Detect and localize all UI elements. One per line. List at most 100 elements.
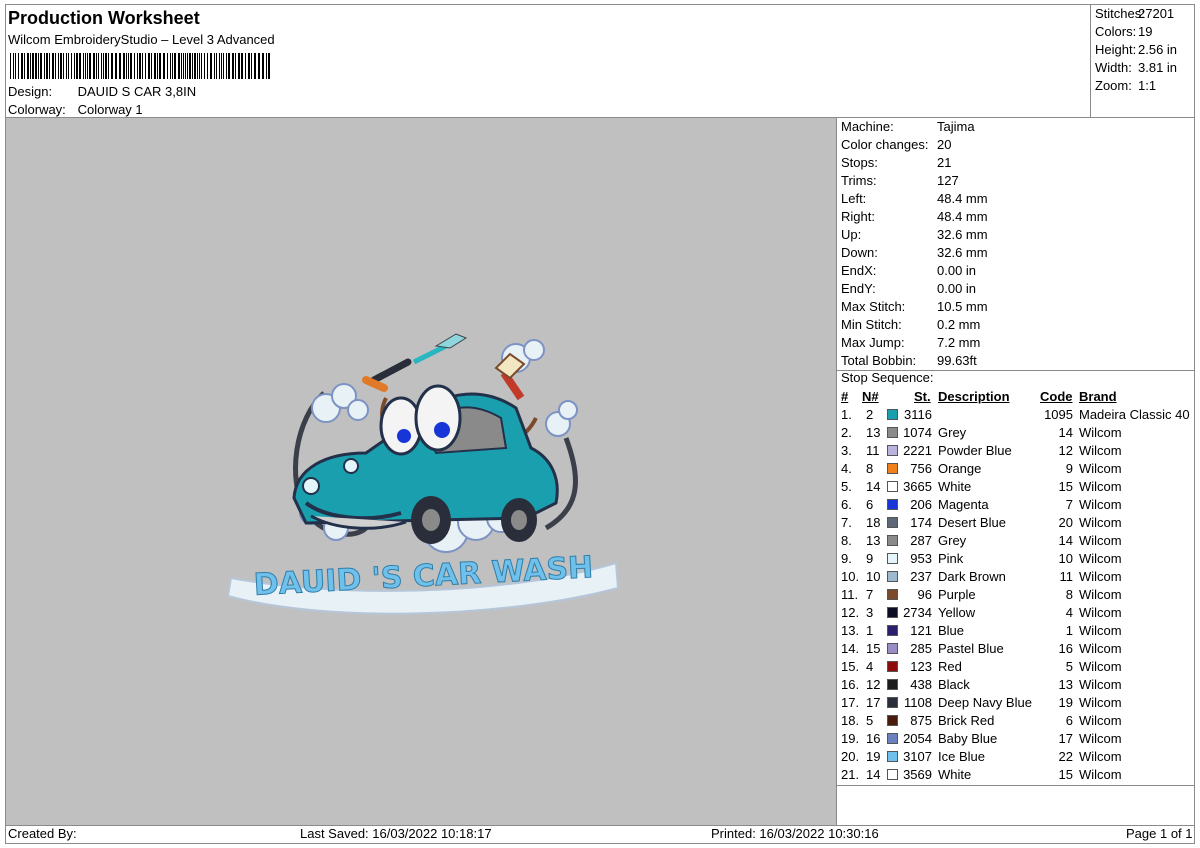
color-swatch [887, 679, 898, 690]
stat-value: 1:1 [1138, 78, 1157, 93]
info-value: 127 [937, 173, 959, 188]
row-index: 16. [841, 677, 860, 692]
needle-number: 8 [866, 461, 874, 476]
thread-brand: Madeira Classic 40 [1079, 407, 1190, 422]
worksheet-header: Production Worksheet Wilcom EmbroiderySt… [6, 5, 1090, 117]
thread-code: 10 [1058, 551, 1073, 566]
info-value: 0.2 mm [937, 317, 981, 332]
stat-value: 19 [1138, 24, 1153, 39]
needle-number: 11 [866, 443, 880, 458]
table-row: 11. 7 96 Purple 8 Wilcom [837, 586, 1195, 604]
thread-brand: Wilcom [1079, 425, 1122, 440]
thread-description: Ice Blue [938, 749, 985, 764]
color-swatch [887, 715, 898, 726]
color-swatch [887, 607, 898, 618]
created-by: Created By: [8, 826, 77, 841]
stat-label: Zoom: [1095, 78, 1132, 93]
divider [837, 785, 1195, 786]
stat-zoom: Zoom: 1:1 [1095, 78, 1156, 93]
table-row: 16. 12 438 Black 13 Wilcom [837, 676, 1195, 694]
needle-number: 16 [866, 731, 881, 746]
thread-description: Desert Blue [938, 515, 1006, 530]
info-row: Max Stitch: 10.5 mm [841, 298, 988, 316]
color-swatch [887, 769, 898, 780]
row-index: 11. [841, 587, 859, 602]
thread-code: 9 [1065, 461, 1073, 476]
row-index: 6. [841, 497, 852, 512]
color-swatch [887, 751, 898, 762]
needle-number: 18 [866, 515, 881, 530]
info-value: 20 [937, 137, 952, 152]
thread-description: Yellow [938, 605, 976, 620]
color-swatch [887, 535, 898, 546]
info-row: Total Bobbin: 99.63ft [841, 352, 977, 370]
thread-brand: Wilcom [1079, 623, 1122, 638]
info-row: Machine: Tajima [841, 118, 975, 136]
info-row: Up: 32.6 mm [841, 226, 988, 244]
needle-number: 10 [866, 569, 881, 584]
color-swatch [887, 463, 898, 474]
colorway-label: Colorway: [8, 102, 66, 117]
needle-number: 7 [866, 587, 874, 602]
table-row: 20. 19 3107 Ice Blue 22 Wilcom [837, 748, 1195, 766]
needle-number: 3 [866, 605, 874, 620]
stitch-count: 1074 [903, 425, 932, 440]
color-swatch [887, 625, 898, 636]
thread-description: Brick Red [938, 713, 995, 728]
thread-code: 8 [1065, 587, 1073, 602]
thread-brand: Wilcom [1079, 677, 1122, 692]
stitch-count: 438 [910, 677, 932, 692]
info-row: Color changes: 20 [841, 136, 951, 154]
info-label: Max Jump: [841, 335, 905, 350]
col-header-code: Code [1040, 389, 1073, 404]
thread-description: White [938, 767, 972, 782]
thread-brand: Wilcom [1079, 533, 1122, 548]
color-swatch [887, 733, 898, 744]
table-row: 3. 11 2221 Powder Blue 12 Wilcom [837, 442, 1195, 460]
printed-date: Printed: 16/03/2022 10:30:16 [711, 826, 879, 841]
thread-code: 22 [1058, 749, 1073, 764]
color-swatch [887, 481, 898, 492]
info-label: Trims: [841, 173, 877, 188]
color-swatch [887, 517, 898, 528]
info-value: 0.00 in [937, 281, 977, 296]
needle-number: 13 [866, 425, 881, 440]
thread-code: 12 [1058, 443, 1073, 458]
thread-description: White [938, 479, 972, 494]
thread-brand: Wilcom [1079, 443, 1122, 458]
design-stats: Stitches:27201 Colors: 19 Height: 2.56 in … [1090, 4, 1195, 117]
row-index: 7. [841, 515, 852, 530]
row-index: 20. [841, 749, 860, 764]
info-value: 99.63ft [937, 353, 977, 368]
thread-code: 15 [1058, 767, 1073, 782]
thread-code: 15 [1058, 479, 1073, 494]
stitch-count: 756 [910, 461, 932, 476]
row-index: 17. [841, 695, 860, 710]
row-index: 1. [841, 407, 852, 422]
thread-brand: Wilcom [1079, 515, 1122, 530]
table-row: 10. 10 237 Dark Brown 11 Wilcom [837, 568, 1195, 586]
stat-width: Width: 3.81 in [1095, 60, 1177, 75]
thread-brand: Wilcom [1079, 749, 1122, 764]
needle-number: 14 [866, 479, 881, 494]
row-index: 9. [841, 551, 852, 566]
info-label: Machine: [841, 119, 894, 134]
info-row: Left: 48.4 mm [841, 190, 988, 208]
table-row: 2. 13 1074 Grey 14 Wilcom [837, 424, 1195, 442]
info-value: 7.2 mm [937, 335, 981, 350]
stat-value: 2.56 in [1138, 42, 1178, 57]
stitch-count: 96 [917, 587, 932, 602]
info-row: Down: 32.6 mm [841, 244, 988, 262]
stitch-count: 953 [910, 551, 932, 566]
stitch-count: 285 [910, 641, 932, 656]
row-index: 5. [841, 479, 852, 494]
table-row: 7. 18 174 Desert Blue 20 Wilcom [837, 514, 1195, 532]
thread-brand: Wilcom [1079, 713, 1122, 728]
thread-code: 1095 [1044, 407, 1073, 422]
row-index: 14. [841, 641, 860, 656]
info-row: Trims: 127 [841, 172, 959, 190]
needle-number: 5 [866, 713, 874, 728]
thread-description: Deep Navy Blue [938, 695, 1032, 710]
thread-brand: Wilcom [1079, 497, 1122, 512]
needle-number: 14 [866, 767, 881, 782]
